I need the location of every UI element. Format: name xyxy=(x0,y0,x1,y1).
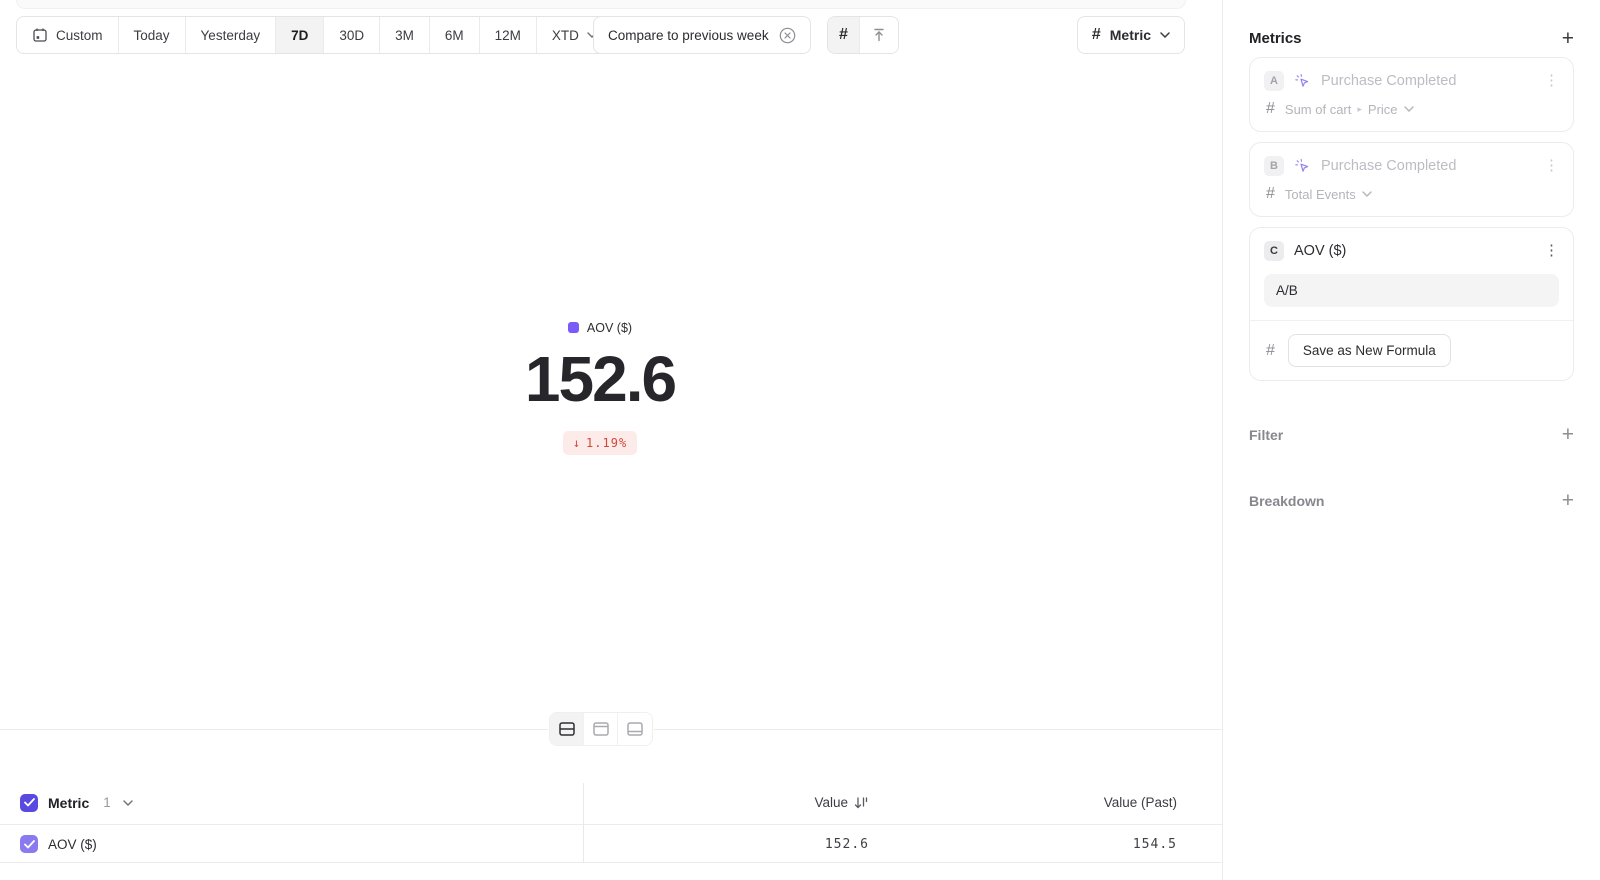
hash-icon: # xyxy=(839,26,848,44)
date-preset-12m[interactable]: 12M xyxy=(480,17,537,53)
layout-view-toggle xyxy=(549,712,653,746)
metrics-section-header: Metrics + xyxy=(1249,30,1574,47)
report-toolbar: Custom Today Yesterday 7D 30D 3M 6M 12M … xyxy=(16,16,1206,54)
chart-only-view-button[interactable] xyxy=(584,713,618,745)
table-only-view-button[interactable] xyxy=(618,713,652,745)
value-mode-toggle: # xyxy=(827,16,899,54)
legend-label: AOV ($) xyxy=(587,321,632,335)
compare-label: Compare to previous week xyxy=(608,28,769,43)
chevron-down-icon xyxy=(1362,191,1372,197)
date-preset-30d[interactable]: 30D xyxy=(324,17,380,53)
filter-section-header: Filter + xyxy=(1249,427,1574,443)
date-range-selector: Custom Today Yesterday 7D 30D 3M 6M 12M … xyxy=(16,16,613,54)
add-breakdown-button[interactable]: + xyxy=(1562,493,1574,509)
split-view-icon xyxy=(558,721,576,737)
delta-badge[interactable]: ↓ 1.19% xyxy=(563,431,637,455)
metric-type-label: Metric xyxy=(1110,27,1151,43)
calendar-icon xyxy=(32,27,48,43)
check-icon xyxy=(24,798,35,807)
legend-swatch xyxy=(568,322,579,333)
value-column-header[interactable]: Value xyxy=(814,795,848,810)
kebab-menu-icon[interactable]: ⋮ xyxy=(1544,244,1559,258)
sort-descending-icon[interactable] xyxy=(854,796,869,810)
measure-selector[interactable]: Total Events xyxy=(1285,187,1372,202)
delta-value: 1.19% xyxy=(586,436,627,450)
compare-pill[interactable]: Compare to previous week xyxy=(593,16,811,54)
event-cursor-icon xyxy=(1294,158,1311,175)
kebab-menu-icon[interactable]: ⋮ xyxy=(1544,74,1559,88)
metric-card-a[interactable]: A Purchase Completed ⋮ # Sum of cart ▸ P… xyxy=(1249,57,1574,132)
metric-card-c[interactable]: C AOV ($) ⋮ A/B # Save as New Formula xyxy=(1249,227,1574,381)
absolute-value-mode-button[interactable]: # xyxy=(828,17,860,53)
scrolled-card-edge xyxy=(16,0,1186,9)
add-metric-button[interactable]: + xyxy=(1562,31,1574,47)
main-panel: Custom Today Yesterday 7D 30D 3M 6M 12M … xyxy=(0,0,1222,880)
date-preset-6m[interactable]: 6M xyxy=(430,17,480,53)
hash-icon: # xyxy=(1266,342,1275,360)
hash-icon: # xyxy=(1092,26,1101,44)
metric-letter-badge: B xyxy=(1264,156,1284,176)
cumulative-mode-button[interactable] xyxy=(860,17,898,53)
measure-selector[interactable]: Sum of cart ▸ Price xyxy=(1285,102,1414,117)
breakdown-section-header: Breakdown + xyxy=(1249,493,1574,509)
date-preset-today[interactable]: Today xyxy=(119,17,186,53)
formula-input[interactable]: A/B xyxy=(1264,274,1559,307)
formula-metric-name[interactable]: AOV ($) xyxy=(1294,243,1534,259)
metric-event-name[interactable]: Purchase Completed xyxy=(1321,73,1534,89)
metric-big-value: 152.6 xyxy=(0,346,1200,413)
table-header-row: Metric 1 Value Value (Past) xyxy=(0,781,1222,825)
card-divider xyxy=(1250,320,1573,321)
event-cursor-icon xyxy=(1294,73,1311,90)
row-metric-name: AOV ($) xyxy=(48,837,97,852)
close-circle-icon[interactable] xyxy=(779,27,796,44)
split-view-button[interactable] xyxy=(550,713,584,745)
hash-icon: # xyxy=(1266,185,1275,203)
metric-event-name[interactable]: Purchase Completed xyxy=(1321,158,1534,174)
bottom-panel-view-icon xyxy=(626,721,644,737)
date-preset-3m[interactable]: 3M xyxy=(380,17,430,53)
metric-column-header[interactable]: Metric xyxy=(48,795,89,811)
check-icon xyxy=(24,840,35,849)
chevron-down-icon xyxy=(1404,106,1414,112)
app-root: Custom Today Yesterday 7D 30D 3M 6M 12M … xyxy=(0,0,1600,880)
row-value: 152.6 xyxy=(825,837,869,852)
table-row[interactable]: AOV ($) 152.6 154.5 xyxy=(0,826,1222,863)
metric-type-button[interactable]: # Metric xyxy=(1077,16,1185,54)
top-panel-view-icon xyxy=(592,721,610,737)
chevron-down-icon xyxy=(1160,32,1170,38)
query-builder-sidebar: Metrics + A Purchase Completed ⋮ # Sum o… xyxy=(1222,0,1600,880)
row-value-past: 154.5 xyxy=(1133,837,1177,852)
metric-letter-badge: C xyxy=(1264,241,1284,261)
value-past-column-header[interactable]: Value (Past) xyxy=(1104,795,1177,810)
save-as-new-formula-button[interactable]: Save as New Formula xyxy=(1288,334,1451,367)
add-filter-button[interactable]: + xyxy=(1562,427,1574,443)
metric-card-b[interactable]: B Purchase Completed ⋮ # Total Events xyxy=(1249,142,1574,217)
arrow-up-bar-icon xyxy=(871,27,887,43)
breakdown-section-title: Breakdown xyxy=(1249,493,1324,509)
row-checkbox[interactable] xyxy=(20,835,38,853)
date-preset-label: Custom xyxy=(56,28,103,43)
filter-section-title: Filter xyxy=(1249,427,1283,443)
date-preset-custom[interactable]: Custom xyxy=(17,17,119,53)
select-all-checkbox[interactable] xyxy=(20,794,38,812)
big-number-chart: AOV ($) 152.6 ↓ 1.19% xyxy=(0,320,1200,455)
metric-letter-badge: A xyxy=(1264,71,1284,91)
arrow-down-icon: ↓ xyxy=(573,436,581,450)
chart-legend[interactable]: AOV ($) xyxy=(568,321,632,335)
hash-icon: # xyxy=(1266,100,1275,118)
metric-count: 1 xyxy=(103,795,111,810)
metrics-section-title: Metrics xyxy=(1249,30,1302,47)
kebab-menu-icon[interactable]: ⋮ xyxy=(1544,159,1559,173)
date-preset-7d[interactable]: 7D xyxy=(276,17,324,53)
chevron-down-icon[interactable] xyxy=(123,800,133,806)
date-preset-yesterday[interactable]: Yesterday xyxy=(186,17,277,53)
breadcrumb-arrow-icon: ▸ xyxy=(1357,104,1362,115)
